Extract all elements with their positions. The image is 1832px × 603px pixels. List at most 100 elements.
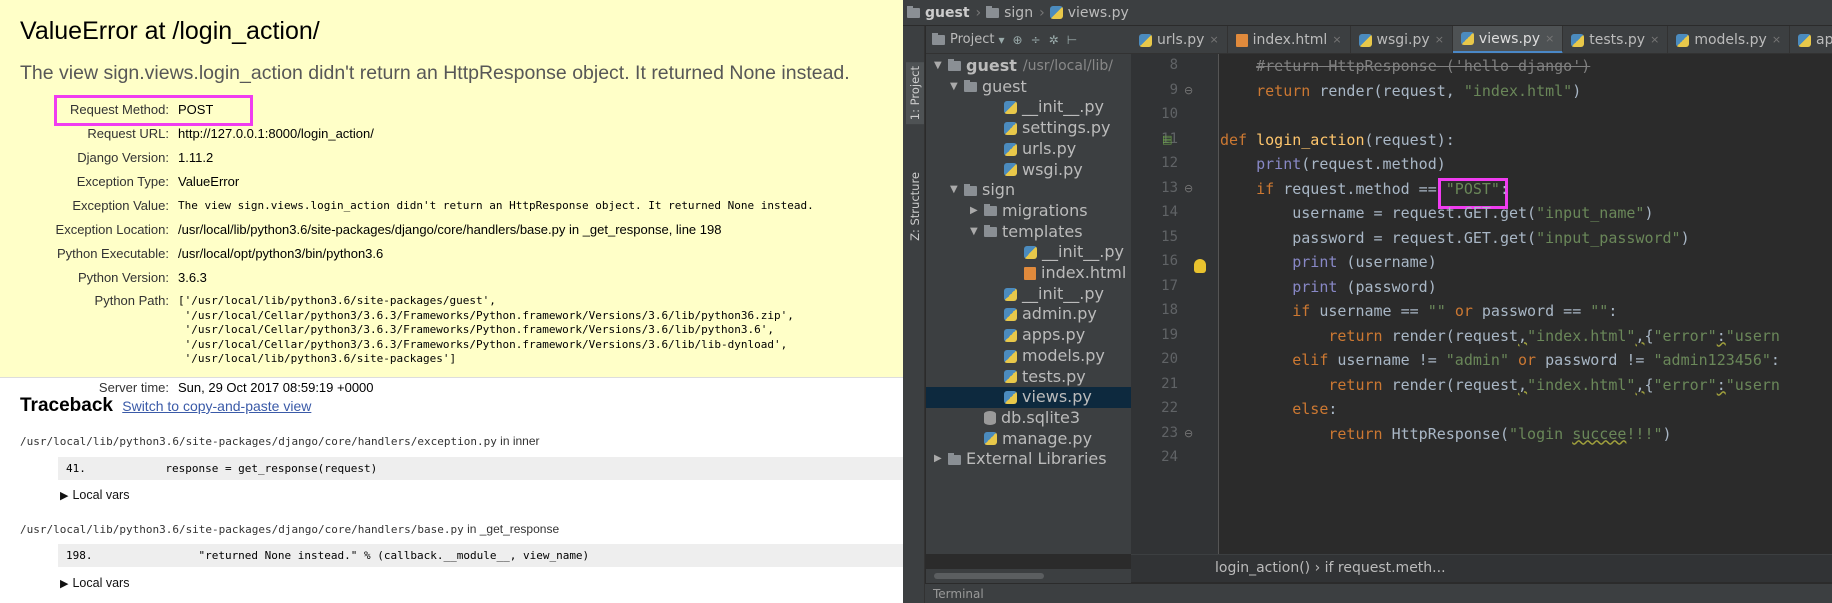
intention-bulb-icon[interactable] (1194, 259, 1206, 273)
tree-item[interactable]: __init__.py (1010, 242, 1124, 263)
code-token: "POST" (1445, 179, 1500, 198)
fold-marker-icon[interactable]: ⊖ (1184, 427, 1193, 440)
fold-marker-icon[interactable]: ⊖ (1184, 84, 1193, 97)
hide-panel-icon[interactable]: ⊢ (1067, 33, 1077, 47)
fold-marker-icon[interactable]: ⊖ (1184, 182, 1193, 195)
editor-tab[interactable]: apps.py× (1790, 26, 1832, 53)
tree-item[interactable]: __init__.py (990, 97, 1104, 118)
tree-item[interactable]: index.html (1010, 263, 1126, 284)
editor-tab[interactable]: wsgi.py × (1351, 26, 1453, 53)
error-title: ValueError at /login_action/ (20, 17, 320, 45)
editor-tab[interactable]: urls.py × (1131, 26, 1228, 53)
meta-value: The view sign.views.login_action didn't … (178, 199, 814, 212)
tree-item[interactable]: manage.py (970, 429, 1092, 450)
breadcrumb-folder[interactable]: sign (986, 5, 1033, 21)
python-file-icon (1004, 142, 1017, 156)
close-icon[interactable]: × (1209, 26, 1218, 53)
code-token: "usern (1725, 326, 1780, 345)
tree-item-label: guest (982, 76, 1027, 96)
editor-tab[interactable]: views.py × (1452, 26, 1564, 53)
tree-item[interactable]: ▶ External Libraries (934, 449, 1107, 470)
collapsed-arrow-icon[interactable]: ▶ (970, 201, 984, 222)
code-line: else: (1220, 397, 1337, 422)
code-token: or (1454, 302, 1473, 320)
settings-gear-icon[interactable]: ✲ (1049, 33, 1059, 47)
tree-item-label: db.sqlite3 (1001, 407, 1081, 427)
dropdown-arrow-icon[interactable]: ▾ (998, 33, 1004, 47)
project-view-select[interactable]: Project (950, 32, 994, 47)
line-number: 22 (1161, 400, 1178, 416)
project-tool-tab[interactable]: 1: Project (906, 62, 924, 125)
tree-item-label: admin.py (1022, 304, 1097, 324)
tree-item[interactable]: views.py (926, 387, 1131, 408)
meta-value: ValueError (178, 174, 240, 189)
expanded-arrow-icon[interactable]: ▼ (950, 180, 964, 201)
pycharm-ide: guest › sign › views.py 1: Project Z: St… (903, 0, 1832, 603)
local-vars-toggle[interactable]: ▶ Local vars (60, 488, 129, 502)
tree-item[interactable]: ▼ sign (950, 180, 1015, 201)
copy-paste-view-link[interactable]: Switch to copy-and-paste view (122, 398, 311, 414)
meta-key: Exception Type: (76, 174, 169, 189)
tree-item[interactable]: __init__.py (990, 284, 1104, 305)
code-line: return render(request, "index.html") (1220, 79, 1581, 104)
editor-tab[interactable]: tests.py × (1563, 26, 1669, 53)
code-line: #return HttpResponse ('hello django') (1220, 54, 1590, 79)
breadcrumb-project[interactable]: guest (907, 5, 970, 21)
scrollbar-thumb[interactable] (934, 573, 1044, 579)
python-file-icon (1049, 6, 1063, 19)
close-icon[interactable]: × (1650, 26, 1659, 53)
frame-code-line[interactable]: 41. response = get_response(request) (58, 457, 903, 480)
collapsed-arrow-icon[interactable]: ▶ (934, 449, 948, 470)
tab-label: apps.py (1816, 32, 1832, 48)
editor-gutter: 8 9 10 11 12 13 14 15 16 17 18 19 20 21 22 23 24 ⊖ ▤ ⊖ ⊖ (1131, 54, 1219, 554)
expanded-arrow-icon[interactable]: ▼ (970, 222, 984, 243)
structure-tool-tab[interactable]: Z: Structure (906, 168, 924, 245)
close-icon[interactable]: × (1545, 26, 1554, 53)
editor-breadcrumb[interactable]: login_action() › if request.meth... (1215, 560, 1446, 576)
editor-tab[interactable]: models.py × (1668, 26, 1791, 53)
terminal-tool-tab[interactable]: Terminal (925, 583, 1832, 603)
python-file-icon (984, 432, 997, 446)
meta-value: 3.6.3 (178, 270, 207, 285)
python-file-icon (1004, 287, 1017, 301)
close-icon[interactable]: × (1435, 26, 1444, 53)
expanded-arrow-icon[interactable]: ▼ (950, 77, 964, 98)
code-editor[interactable]: #return HttpResponse ('hello django') re… (1220, 54, 1832, 554)
editor-tab[interactable]: index.html × (1228, 26, 1351, 53)
tree-item[interactable]: tests.py (990, 367, 1086, 388)
close-icon[interactable]: × (1332, 26, 1341, 53)
close-icon[interactable]: × (1772, 26, 1781, 53)
tree-item[interactable]: urls.py (990, 139, 1076, 160)
tree-item[interactable]: ▼ guest/usr/local/lib/ (934, 56, 1113, 77)
meta-row: Python Version: 3.6.3 (0, 266, 903, 290)
editor-breadcrumb-bar: login_action() › if request.meth... (1131, 554, 1832, 582)
frame-code-line[interactable]: 198. "returned None instead." % (callbac… (58, 544, 903, 567)
tree-item[interactable]: settings.py (990, 118, 1111, 139)
tree-item[interactable]: db.sqlite3 (970, 408, 1080, 429)
tree-item[interactable]: ▼ guest (950, 77, 1027, 98)
line-number: 13 (1161, 179, 1178, 196)
scroll-from-source-icon[interactable]: ⊕ (1013, 33, 1023, 47)
python-file-icon (1004, 391, 1017, 405)
collapse-all-icon[interactable]: ÷ (1031, 33, 1041, 47)
local-vars-label: Local vars (72, 576, 130, 590)
breadcrumb-file[interactable]: views.py (1049, 5, 1129, 21)
line-number: 18 (1161, 302, 1178, 318)
line-number: 16 (1161, 253, 1178, 269)
expanded-arrow-icon[interactable]: ▼ (934, 56, 948, 77)
run-gutter-icon[interactable]: ▤ (1162, 133, 1172, 146)
tree-item[interactable]: ▶ migrations (970, 201, 1088, 222)
tree-item[interactable]: models.py (990, 346, 1105, 367)
code-token: !!!" (1626, 424, 1663, 443)
code-token: (request): (1364, 130, 1455, 149)
meta-key: Python Version: (77, 270, 169, 285)
local-vars-toggle[interactable]: ▶ Local vars (60, 576, 129, 590)
tree-horizontal-scrollbar[interactable] (926, 569, 1131, 583)
tree-item[interactable]: wsgi.py (990, 160, 1083, 181)
tree-item-label: manage.py (1002, 428, 1093, 448)
tree-item[interactable]: admin.py (990, 304, 1097, 325)
tree-item-label: __init__.py (1042, 242, 1125, 262)
tree-item[interactable]: apps.py (990, 325, 1085, 346)
tree-item[interactable]: ▼ templates (970, 222, 1083, 243)
